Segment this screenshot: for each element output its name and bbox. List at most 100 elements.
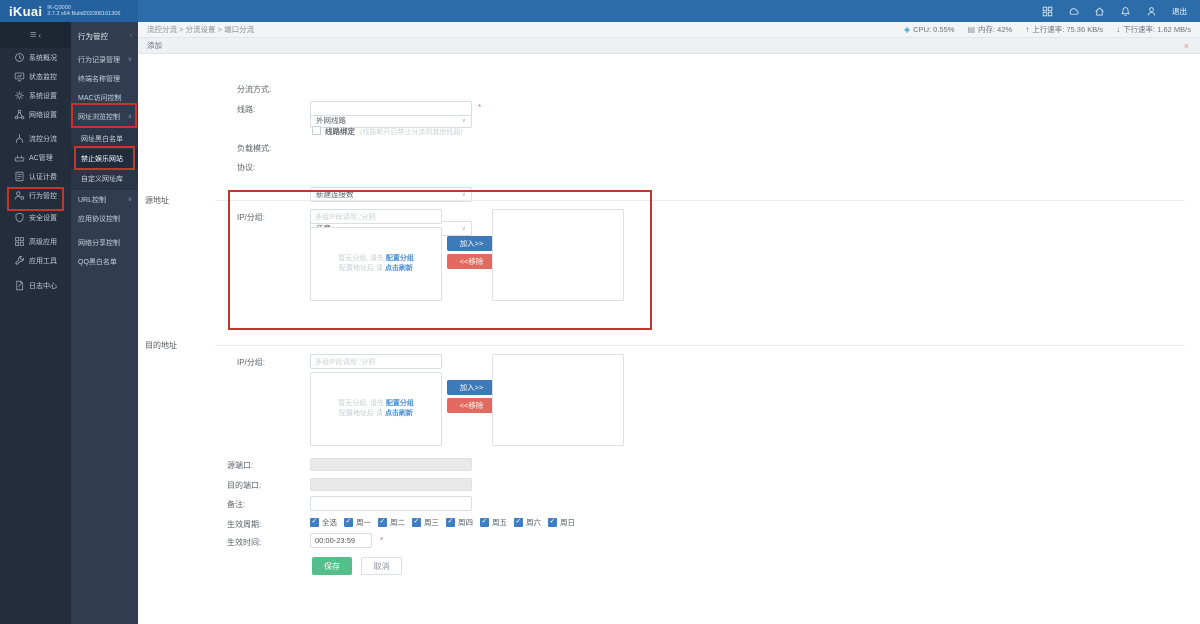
submenu-item-url-blackwhite-list[interactable]: 网址黑白名单: [71, 129, 138, 149]
sidebar-item-behavior-control[interactable]: 行为管控: [0, 186, 71, 205]
main-content: 流控分流 > 分流设置 > 端口分流 ◈ CPU: 0.55% ▤ 内存: 42% …: [138, 22, 1200, 624]
source-group-listbox[interactable]: 暂无分组, 请先 配置分组 配置地址后 请 点击刷新: [310, 227, 442, 301]
sidebar-collapse-button[interactable]: ≡ ‹: [0, 22, 71, 48]
week-checkbox-mon[interactable]: 周一: [344, 517, 371, 528]
breadcrumb-bar: 流控分流 > 分流设置 > 端口分流 ◈ CPU: 0.55% ▤ 内存: 42% …: [138, 22, 1200, 38]
sidebar-item-ac-management[interactable]: AC管理: [0, 148, 71, 167]
destination-ip-group-label: IP/分组:: [237, 358, 266, 367]
sidebar-item-system-settings[interactable]: 系统设置: [0, 86, 71, 105]
sidebar-item-auth-billing[interactable]: 认证计费: [0, 167, 71, 186]
memory-icon: ▤: [967, 25, 976, 34]
network-icon: [14, 109, 25, 120]
save-button[interactable]: 保存: [312, 557, 352, 575]
destination-add-button[interactable]: 加入>>: [447, 380, 496, 395]
destination-remove-button[interactable]: <<移除: [447, 398, 496, 413]
submenu-item-behavior-records[interactable]: 行为记录管理 ∨: [71, 50, 138, 69]
submenu-item-block-entertainment-sites[interactable]: 禁止娱乐网站: [71, 149, 138, 169]
memory-status: ▤ 内存: 42%: [967, 25, 1013, 34]
sidebar-item-network-settings[interactable]: 网络设置: [0, 105, 71, 124]
line-bind-checkbox[interactable]: [312, 126, 321, 135]
source-ip-group-label: IP/分组:: [237, 213, 266, 222]
destination-listbox-hint: 暂无分组, 请先 配置分组 配置地址后 请 点击刷新: [338, 400, 414, 417]
chevron-down-icon: ∨: [461, 118, 466, 124]
submenu-title-behavior-control[interactable]: 行为管控 ‹: [71, 22, 138, 50]
week-checkbox-sat[interactable]: 周六: [514, 517, 541, 528]
source-selected-listbox[interactable]: [492, 209, 624, 301]
source-add-button[interactable]: 加入>>: [447, 236, 496, 251]
home-icon[interactable]: [1094, 6, 1105, 17]
source-port-label: 源端口:: [227, 461, 254, 470]
behavior-user-icon: [14, 190, 25, 201]
destination-ip-group-input[interactable]: [310, 354, 442, 369]
chevron-down-icon: ∨: [461, 192, 466, 198]
destination-selected-listbox[interactable]: [492, 354, 624, 446]
sidebar-item-security-settings[interactable]: 安全设置: [0, 208, 71, 227]
week-checkbox-all[interactable]: 全选: [310, 517, 337, 528]
checked-checkbox-icon: [310, 517, 319, 527]
source-ip-group-input[interactable]: [310, 209, 442, 224]
bell-icon[interactable]: [1120, 6, 1131, 17]
wrench-icon: [14, 255, 25, 266]
destination-port-input: [310, 478, 472, 491]
apps-grid-icon: [14, 236, 25, 247]
cancel-button[interactable]: 取消: [361, 557, 402, 575]
week-checkbox-thu[interactable]: 周四: [446, 517, 473, 528]
checked-checkbox-icon: [480, 517, 489, 527]
user-icon[interactable]: [1146, 6, 1157, 17]
sidebar-item-app-tools[interactable]: 应用工具: [0, 251, 71, 270]
submenu-item-app-protocol-control[interactable]: 应用协议控制: [71, 209, 138, 228]
cloud-icon[interactable]: [1068, 6, 1079, 17]
logout-button[interactable]: 退出: [1172, 6, 1187, 17]
submenu-item-terminal-names[interactable]: 终端名称管理: [71, 69, 138, 88]
submenu-item-url-browse-control[interactable]: 网址浏览控制 ∧: [71, 107, 138, 126]
week-checkbox-wed[interactable]: 周三: [412, 517, 439, 528]
arrow-down-icon: ↓: [1116, 25, 1121, 34]
section-divider: [215, 345, 1185, 346]
week-checkbox-fri[interactable]: 周五: [480, 517, 507, 528]
destination-group-listbox[interactable]: 暂无分组, 请先 配置分组 配置地址后 请 点击刷新: [310, 372, 442, 446]
source-remove-button[interactable]: <<移除: [447, 254, 496, 269]
submenu-item-custom-url-library[interactable]: 自定义网址库: [71, 169, 138, 189]
log-document-icon: [14, 280, 25, 291]
submenu-item-qq-blackwhite-list[interactable]: QQ黑白名单: [71, 252, 138, 271]
chevron-left-icon: ‹: [130, 33, 132, 39]
configure-group-link[interactable]: 配置分组: [386, 400, 414, 407]
device-info: IK-Q3000 3.7.2 x64 Build202306161306: [47, 5, 120, 18]
remark-label: 备注:: [227, 500, 246, 509]
sidebar-item-system-overview[interactable]: 系统概况: [0, 48, 71, 67]
monitor-icon: [14, 71, 25, 82]
line-bind-label: 线路绑定: [325, 127, 355, 136]
section-divider: [215, 200, 1185, 201]
close-icon[interactable]: ×: [1184, 41, 1189, 51]
submenu-item-mac-access-control[interactable]: MAC访问控制: [71, 88, 138, 107]
week-checkbox-sun[interactable]: 周日: [548, 517, 575, 528]
apps-grid-icon[interactable]: [1042, 6, 1053, 17]
effective-time-label: 生效时间:: [227, 538, 262, 547]
sidebar-item-log-center[interactable]: 日志中心: [0, 276, 71, 295]
submenu-item-network-share-control[interactable]: 网络分享控制: [71, 233, 138, 252]
sidebar-menu: 系统概况 状态监控 系统设置 网络设置 流控分流 AC管理 认证计费 行为管控 …: [0, 48, 71, 295]
source-address-section-label: 源地址: [145, 196, 169, 205]
checked-checkbox-icon: [412, 517, 421, 527]
week-checkbox-tue[interactable]: 周二: [378, 517, 405, 528]
line-input[interactable]: [310, 101, 472, 116]
flow-split-icon: [14, 133, 25, 144]
refresh-link[interactable]: 点击刷新: [385, 265, 413, 272]
primary-sidebar: ≡ ‹ 系统概况 状态监控 系统设置 网络设置 流控分流 AC管理 认证计费 行为…: [0, 22, 71, 624]
clock-icon: [14, 52, 25, 63]
breadcrumb: 流控分流 > 分流设置 > 端口分流: [147, 25, 255, 34]
sidebar-item-status-monitor[interactable]: 状态监控: [0, 67, 71, 86]
configure-group-link[interactable]: 配置分组: [386, 255, 414, 262]
remark-input[interactable]: [310, 496, 472, 511]
chevron-down-icon: ∨: [127, 57, 132, 63]
checked-checkbox-icon: [344, 517, 353, 527]
effective-time-input[interactable]: [310, 533, 372, 548]
refresh-link[interactable]: 点击刷新: [385, 410, 413, 417]
chevron-down-icon: ∨: [127, 197, 132, 203]
submenu-item-url-control[interactable]: URL控制 ∨: [71, 190, 138, 209]
chevron-left-icon: ‹: [38, 30, 42, 40]
sidebar-item-advanced-apps[interactable]: 高级应用: [0, 232, 71, 251]
source-listbox-hint: 暂无分组, 请先 配置分组 配置地址后 请 点击刷新: [338, 255, 414, 272]
sidebar-item-flow-control[interactable]: 流控分流: [0, 129, 71, 148]
hamburger-icon: ≡: [29, 29, 37, 41]
